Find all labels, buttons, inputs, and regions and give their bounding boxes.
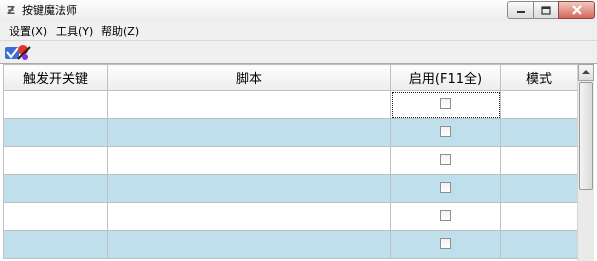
table-row[interactable] [3, 146, 578, 175]
mode-cell[interactable] [500, 146, 578, 175]
key-cell[interactable] [3, 202, 108, 231]
script-icon: Ƶ [7, 4, 15, 17]
column-header-enabled[interactable]: 启用(F11全) [390, 64, 501, 91]
key-cell[interactable] [3, 174, 108, 203]
menu-tools[interactable]: 工具(Y) [56, 24, 93, 39]
enabled-cell[interactable] [390, 174, 501, 203]
menu-settings[interactable]: 设置(X) [9, 24, 47, 39]
mode-cell[interactable] [500, 230, 578, 259]
enabled-cell[interactable] [390, 202, 501, 231]
enabled-cell[interactable] [390, 146, 501, 175]
mode-cell[interactable] [500, 174, 578, 203]
table-row[interactable] [3, 174, 578, 203]
enabled-checkbox[interactable] [440, 181, 451, 193]
enabled-cell[interactable] [390, 118, 501, 147]
script-cell[interactable] [107, 202, 391, 231]
table-row[interactable] [3, 230, 578, 259]
chevron-up-icon [582, 70, 590, 74]
enabled-checkbox[interactable] [440, 125, 451, 137]
title-bar[interactable]: Ƶ 按键魔法师 [0, 0, 597, 22]
mode-cell[interactable] [500, 202, 578, 231]
trigger-grid[interactable]: 触发开关键 脚本 启用(F11全) 模式 [0, 63, 597, 261]
vertical-scrollbar[interactable] [577, 64, 594, 261]
column-header-key[interactable]: 触发开关键 [3, 64, 108, 91]
enabled-cell[interactable] [390, 90, 501, 119]
enabled-checkbox[interactable] [440, 153, 451, 165]
script-cell[interactable] [107, 174, 391, 203]
script-cell[interactable] [107, 90, 391, 119]
key-cell[interactable] [3, 146, 108, 175]
wizard-button[interactable] [3, 43, 32, 62]
table-row[interactable] [3, 118, 578, 147]
enabled-cell[interactable] [390, 230, 501, 259]
script-cell[interactable] [107, 230, 391, 259]
mode-cell[interactable] [500, 90, 578, 119]
key-cell[interactable] [3, 230, 108, 259]
table-row[interactable] [3, 202, 578, 231]
script-cell[interactable] [107, 146, 391, 175]
table-row[interactable] [3, 90, 578, 119]
toolbar [0, 41, 597, 63]
enabled-checkbox[interactable] [440, 209, 451, 221]
column-header-mode[interactable]: 模式 [500, 64, 578, 91]
scrollbar-thumb[interactable] [579, 82, 593, 190]
key-cell[interactable] [3, 118, 108, 147]
enabled-checkbox[interactable] [440, 97, 451, 109]
maximize-button[interactable] [533, 1, 558, 19]
mode-cell[interactable] [500, 118, 578, 147]
close-icon [571, 5, 582, 15]
script-cell[interactable] [107, 118, 391, 147]
close-button[interactable] [558, 1, 595, 19]
wizard-icon [5, 45, 31, 60]
menu-bar: 设置(X) 工具(Y) 帮助(Z) [0, 22, 597, 41]
minimize-button[interactable] [507, 1, 533, 19]
minimize-icon [516, 11, 525, 13]
maximize-icon [541, 5, 551, 15]
enabled-checkbox[interactable] [440, 237, 451, 249]
key-cell[interactable] [3, 90, 108, 119]
column-header-script[interactable]: 脚本 [107, 64, 391, 91]
table-header: 触发开关键 脚本 启用(F11全) 模式 [3, 64, 578, 91]
scroll-up-button[interactable] [578, 64, 594, 81]
trigger-table: 触发开关键 脚本 启用(F11全) 模式 [3, 64, 578, 259]
menu-help[interactable]: 帮助(Z) [101, 24, 139, 39]
window-title: 按键魔法师 [22, 4, 77, 17]
